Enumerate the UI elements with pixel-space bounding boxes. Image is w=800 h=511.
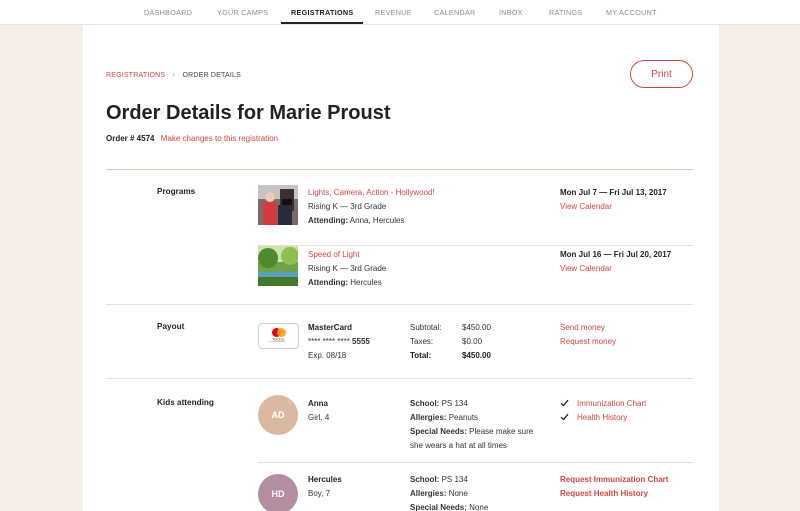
- program-attending: Attending: Hercules: [308, 278, 382, 287]
- kids-attending-label: Kids attending: [157, 398, 214, 407]
- check-icon: [560, 399, 569, 407]
- divider: [258, 462, 693, 463]
- card-masked: **** **** ****: [308, 337, 350, 346]
- kid-name: Anna: [308, 399, 328, 408]
- kid-school: School: PS 134: [410, 475, 468, 484]
- taxes-label: Taxes:: [410, 337, 434, 346]
- kid-school: School: PS 134: [410, 399, 468, 408]
- nav-your-camps[interactable]: YOUR CAMPS: [217, 8, 268, 17]
- view-calendar-link[interactable]: View Calendar: [560, 202, 612, 211]
- immunization-chart-link[interactable]: Immunization Chart: [577, 399, 646, 408]
- total-value: $450.00: [462, 351, 491, 360]
- card-last-four: ...5555: [268, 338, 285, 344]
- chevron-right-icon: ›: [172, 70, 176, 79]
- nav-my-account[interactable]: MY ACCOUNT: [606, 8, 657, 17]
- card-number: **** **** **** 5555: [308, 337, 370, 346]
- program-grade: Rising K — 3rd Grade: [308, 202, 387, 211]
- avatar: HD: [258, 474, 298, 511]
- order-details-panel: REGISTRATIONS › ORDER DETAILS Print Orde…: [83, 25, 719, 511]
- breadcrumb-current: ORDER DETAILS: [182, 72, 241, 79]
- program-grade: Rising K — 3rd Grade: [308, 264, 387, 273]
- nav-revenue[interactable]: REVENUE: [375, 8, 412, 17]
- school-value: PS 134: [441, 399, 468, 408]
- card-type: MasterCard: [308, 323, 353, 332]
- special-needs-continued: she wears a hat at all times: [410, 441, 507, 450]
- view-calendar-link[interactable]: View Calendar: [560, 264, 612, 273]
- allergies-value: None: [448, 489, 468, 498]
- total-label: Total:: [410, 351, 432, 360]
- allergies-label: Allergies:: [410, 413, 447, 422]
- kid-info: Boy, 7: [308, 489, 331, 498]
- nav-dashboard[interactable]: DASHBOARD: [144, 8, 192, 17]
- kid-special-needs: Special Needs: None: [410, 503, 488, 511]
- programs-label: Programs: [157, 187, 196, 196]
- taxes-value: $0.00: [462, 337, 483, 346]
- school-label: School:: [410, 399, 440, 408]
- program-thumbnail-hollywood[interactable]: [258, 185, 298, 225]
- nav-ratings[interactable]: RATINGS: [549, 8, 583, 17]
- special-needs-value: Please make sure: [469, 427, 534, 436]
- nav-calendar[interactable]: CALENDAR: [434, 8, 476, 17]
- active-tab-indicator: [281, 22, 363, 24]
- mastercard-icon: [272, 328, 286, 337]
- divider: [106, 304, 693, 305]
- credit-card-badge: ...5555: [258, 323, 299, 349]
- attending-names: Hercules: [350, 278, 382, 287]
- make-changes-link[interactable]: Make changes to this registration: [161, 134, 278, 143]
- breadcrumb-registrations-link[interactable]: REGISTRATIONS: [106, 72, 165, 79]
- order-info: Order # 4574 Make changes to this regist…: [106, 134, 278, 143]
- attending-label: Attending:: [308, 216, 348, 225]
- divider: [106, 378, 693, 379]
- program-dates: Mon Jul 7 — Fri Jul 13, 2017: [560, 188, 667, 197]
- special-needs-value: None: [469, 503, 489, 511]
- check-icon: [560, 413, 569, 421]
- request-immunization-chart-link[interactable]: Request Immunization Chart: [560, 475, 668, 484]
- kid-special-needs: Special Needs: Please make sure: [410, 427, 533, 436]
- avatar: AD: [258, 395, 298, 435]
- request-health-history-link[interactable]: Request Health History: [560, 489, 648, 498]
- special-needs-label: Special Needs:: [410, 427, 467, 436]
- program-thumbnail-speed-of-light[interactable]: [258, 246, 298, 286]
- program-name-speed-of-light[interactable]: Speed of Light: [308, 250, 360, 259]
- divider: [258, 245, 693, 246]
- subtotal-value: $450.00: [462, 323, 491, 332]
- payout-label: Payout: [157, 322, 185, 331]
- program-dates: Mon Jul 16 — Fri Jul 20, 2017: [560, 250, 672, 259]
- health-history-link[interactable]: Health History: [577, 413, 627, 422]
- school-label: School:: [410, 475, 440, 484]
- nav-registrations[interactable]: REGISTRATIONS: [291, 8, 353, 17]
- attending-names: Anna, Hercules: [349, 216, 405, 225]
- special-needs-label: Special Needs:: [410, 503, 467, 511]
- page-title: Order Details for Marie Proust: [106, 102, 391, 124]
- attending-label: Attending:: [308, 278, 348, 287]
- card-expiry: Exp. 08/18: [308, 351, 347, 360]
- send-money-link[interactable]: Send money: [560, 323, 605, 332]
- request-money-link[interactable]: Request money: [560, 337, 616, 346]
- card-number-end: 5555: [352, 337, 370, 346]
- order-number: Order # 4574: [106, 134, 155, 143]
- breadcrumb: REGISTRATIONS › ORDER DETAILS: [106, 70, 241, 79]
- allergies-value: Peanuts: [448, 413, 479, 422]
- nav-inbox[interactable]: INBOX: [499, 8, 523, 17]
- school-value: PS 134: [441, 475, 468, 484]
- program-attending: Attending: Anna, Hercules: [308, 216, 404, 225]
- print-button[interactable]: Print: [630, 60, 693, 88]
- kid-allergies: Allergies: None: [410, 489, 468, 498]
- subtotal-label: Subtotal:: [410, 323, 442, 332]
- top-navigation: DASHBOARD YOUR CAMPS REGISTRATIONS REVEN…: [0, 0, 800, 25]
- kid-info: Girl, 4: [308, 413, 330, 422]
- allergies-label: Allergies:: [410, 489, 447, 498]
- divider: [106, 169, 693, 170]
- program-name-hollywood[interactable]: Lights, Camera, Action - Hollywood!: [308, 188, 435, 197]
- kid-name: Hercules: [308, 475, 342, 484]
- kid-allergies: Allergies: Peanuts: [410, 413, 478, 422]
